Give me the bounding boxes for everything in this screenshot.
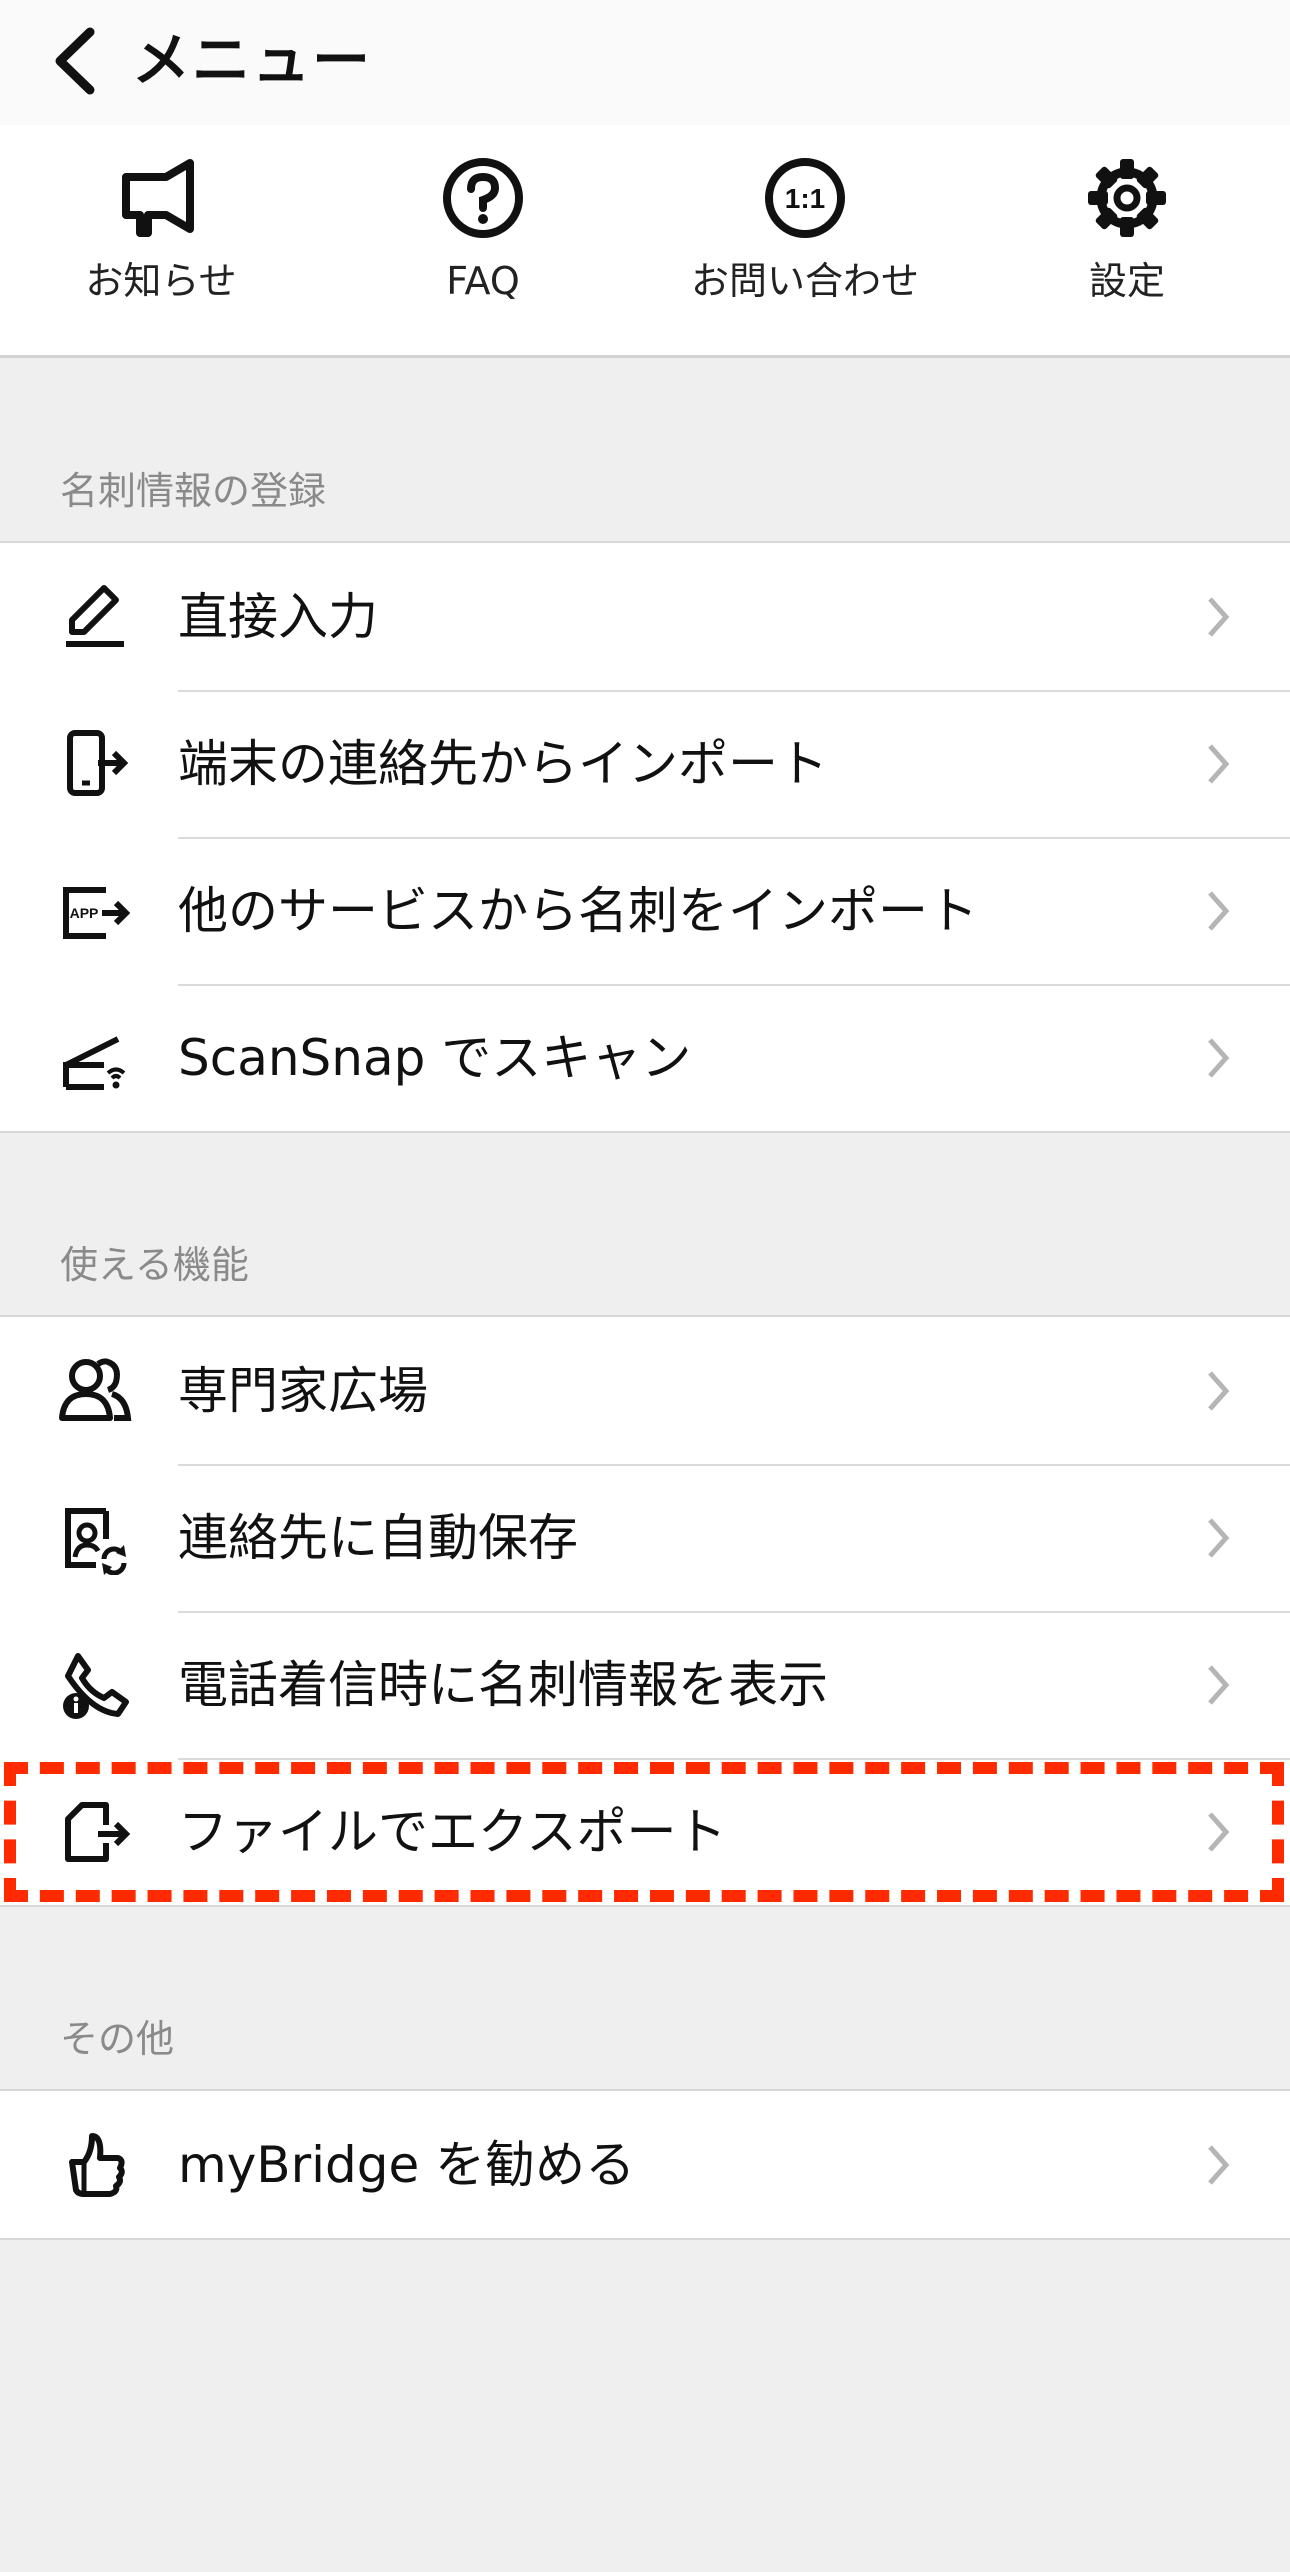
section-heading-features: 使える機能 — [60, 1243, 249, 1287]
menu-item-label: myBridge を勧める — [178, 2136, 636, 2194]
menu-item-recommend-mybridge[interactable]: myBridge を勧める — [0, 2091, 1290, 2238]
phone-info-icon — [63, 1653, 129, 1719]
quick-action-contact[interactable]: 1:1 お問い合わせ — [644, 155, 966, 345]
menu-group-features: 専門家広場 連絡先に自動保存 電話着信時に名刺情報を表示 ファイルでエクスポート — [0, 1315, 1290, 1907]
people-icon — [59, 1358, 132, 1421]
quick-action-label: お知らせ — [85, 259, 237, 303]
svg-text:APP: APP — [70, 905, 99, 921]
chevron-right-icon — [1208, 2145, 1230, 2185]
menu-item-label: ファイルでエクスポート — [178, 1803, 727, 1861]
menu-item-import-device-contacts[interactable]: 端末の連絡先からインポート — [0, 690, 1290, 837]
menu-item-label: ScanSnap でスキャン — [178, 1029, 692, 1087]
menu-item-label: 端末の連絡先からインポート — [178, 735, 828, 793]
chevron-right-icon — [1208, 1371, 1230, 1411]
menu-item-label: 電話着信時に名刺情報を表示 — [178, 1656, 828, 1714]
menu-item-export-file[interactable]: ファイルでエクスポート — [0, 1758, 1290, 1905]
chevron-right-icon — [1208, 1518, 1230, 1558]
pencil-icon — [66, 585, 124, 647]
menu-item-import-other-service[interactable]: APP 他のサービスから名刺をインポート — [0, 837, 1290, 984]
chevron-right-icon — [1208, 1665, 1230, 1705]
menu-item-direct-input[interactable]: 直接入力 — [0, 543, 1290, 690]
menu-group-registration: 直接入力 端末の連絡先からインポート APP 他のサービスから名刺をインポート — [0, 541, 1290, 1133]
quick-action-label: お問い合わせ — [690, 259, 919, 303]
chevron-right-icon — [1208, 597, 1230, 637]
menu-item-scansnap[interactable]: ScanSnap でスキャン — [0, 984, 1290, 1131]
section-heading-registration: 名刺情報の登録 — [60, 469, 327, 513]
top-bar: メニュー — [0, 0, 1290, 125]
file-export-icon — [65, 1802, 131, 1862]
menu-item-auto-save-contacts[interactable]: 連絡先に自動保存 — [0, 1464, 1290, 1611]
menu-item-label: 連絡先に自動保存 — [178, 1509, 578, 1567]
thumbs-up-icon — [69, 2133, 125, 2197]
section-heading-other: その他 — [60, 2017, 175, 2061]
menu-item-label: 他のサービスから名刺をインポート — [178, 882, 978, 940]
chevron-right-icon — [1208, 891, 1230, 931]
app-import-icon: APP — [63, 887, 131, 939]
svg-text:1:1: 1:1 — [785, 183, 825, 214]
chevron-right-icon — [1208, 744, 1230, 784]
menu-item-label: 専門家広場 — [178, 1362, 428, 1420]
menu-item-caller-id-card[interactable]: 電話着信時に名刺情報を表示 — [0, 1611, 1290, 1758]
phone-import-icon — [67, 730, 129, 796]
menu-item-expert-plaza[interactable]: 専門家広場 — [0, 1317, 1290, 1464]
chevron-right-icon — [1208, 1038, 1230, 1078]
menu-group-other: myBridge を勧める — [0, 2089, 1290, 2240]
gear-icon — [1088, 159, 1166, 237]
question-circle-icon — [443, 158, 523, 238]
quick-action-label: FAQ — [446, 259, 520, 303]
quick-action-bar: お知らせ FAQ 1:1 お問い合わせ 設定 — [0, 125, 1290, 358]
one-to-one-icon: 1:1 — [765, 158, 845, 238]
megaphone-icon — [122, 159, 194, 237]
quick-action-news[interactable]: お知らせ — [0, 155, 322, 345]
quick-action-settings[interactable]: 設定 — [966, 155, 1288, 345]
chevron-right-icon — [1208, 1812, 1230, 1852]
quick-action-label: 設定 — [1088, 259, 1165, 303]
back-chevron-icon[interactable] — [50, 26, 100, 96]
page-title: メニュー — [132, 26, 373, 94]
contact-sync-icon — [65, 1508, 127, 1575]
scanner-icon — [63, 1036, 126, 1090]
menu-item-label: 直接入力 — [178, 588, 378, 646]
quick-action-faq[interactable]: FAQ — [322, 155, 644, 345]
